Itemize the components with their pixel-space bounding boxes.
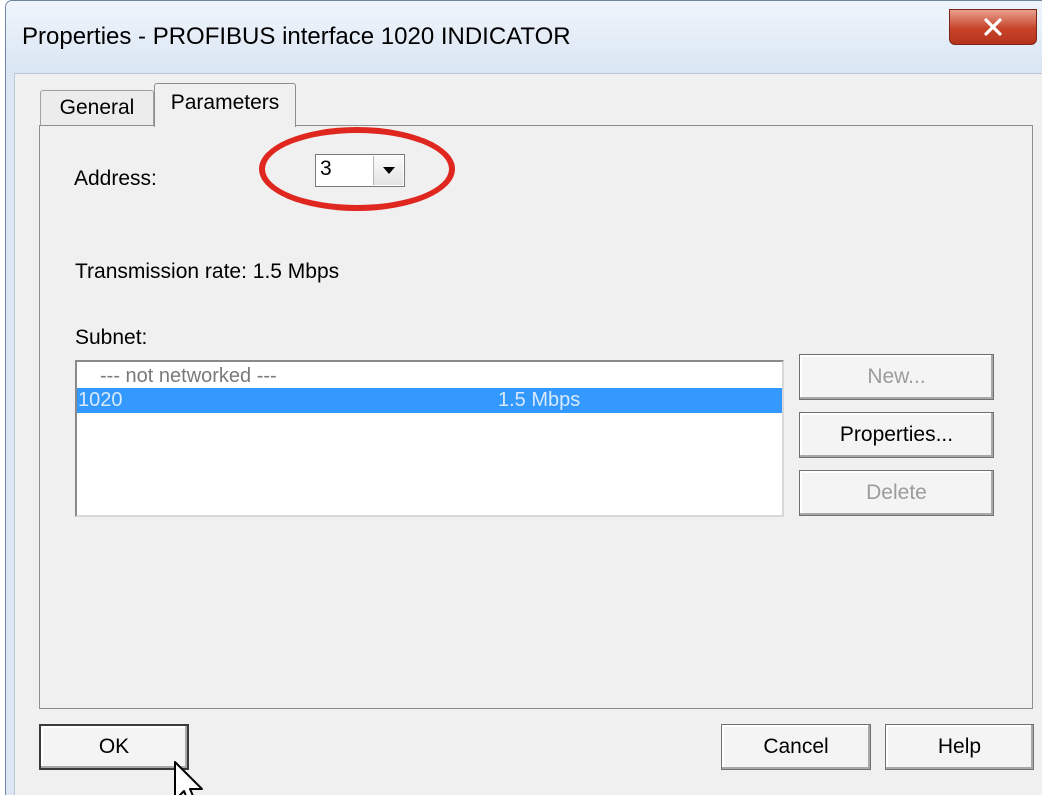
- subnet-name: --- not networked ---: [100, 365, 277, 387]
- tab-parameters[interactable]: Parameters: [154, 83, 296, 127]
- subnet-list-item[interactable]: --- not networked ---: [77, 365, 782, 390]
- subnet-label: Subnet:: [75, 326, 148, 349]
- address-combobox[interactable]: 3: [315, 154, 405, 187]
- delete-subnet-button[interactable]: Delete: [799, 470, 994, 516]
- tab-general[interactable]: General: [40, 90, 154, 125]
- window-title: Properties - PROFIBUS interface 1020 IND…: [22, 23, 571, 50]
- properties-dialog: Properties - PROFIBUS interface 1020 IND…: [5, 0, 1042, 795]
- cancel-button[interactable]: Cancel: [721, 724, 871, 770]
- address-label: Address:: [74, 167, 157, 190]
- close-icon: [984, 18, 1002, 36]
- subnet-listbox[interactable]: --- not networked --- 1020 1.5 Mbps: [75, 360, 784, 517]
- address-value: 3: [320, 157, 332, 180]
- tab-general-label: General: [59, 96, 135, 119]
- new-subnet-button[interactable]: New...: [799, 354, 994, 400]
- subnet-properties-button[interactable]: Properties...: [799, 412, 994, 458]
- help-button[interactable]: Help: [885, 724, 1034, 770]
- chevron-down-icon: [382, 166, 395, 174]
- transmission-rate-label: Transmission rate: 1.5 Mbps: [75, 260, 340, 283]
- subnet-rate: 1.5 Mbps: [498, 389, 581, 411]
- subnet-name: 1020: [78, 389, 123, 411]
- title-bar[interactable]: Properties - PROFIBUS interface 1020 IND…: [6, 1, 1042, 73]
- ok-button[interactable]: OK: [39, 724, 189, 770]
- tab-parameters-label: Parameters: [170, 91, 280, 114]
- parameters-panel: Address: 3 Transmission rate: 1.5 Mbps S…: [39, 125, 1033, 709]
- close-button[interactable]: [949, 9, 1037, 45]
- address-dropdown-button[interactable]: [373, 156, 403, 185]
- subnet-list-item-selected[interactable]: 1020 1.5 Mbps: [77, 388, 782, 413]
- dialog-client-area: General Parameters Address: 3 Transmissi…: [14, 73, 1042, 795]
